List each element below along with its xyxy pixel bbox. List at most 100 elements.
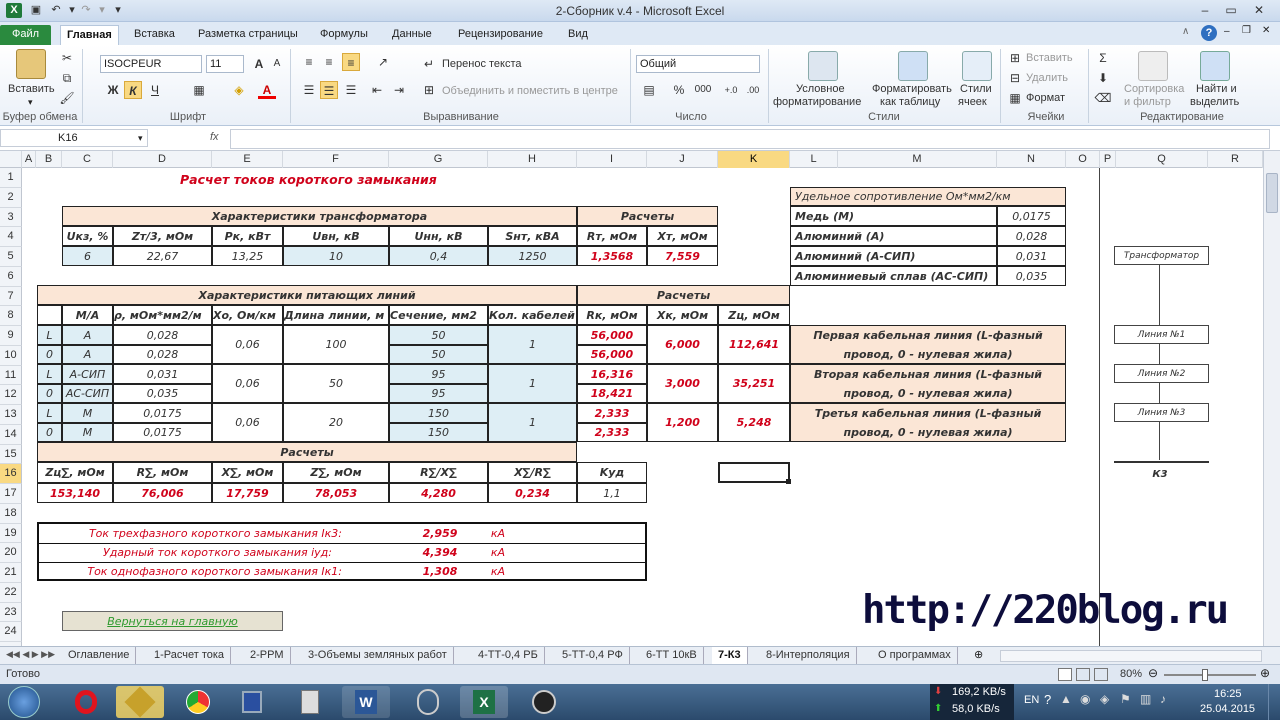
page-break-view-icon[interactable] bbox=[1094, 668, 1108, 681]
row-header[interactable]: 2 bbox=[0, 187, 22, 208]
close-icon[interactable]: ✕ bbox=[1250, 2, 1268, 18]
sum-value[interactable]: 153,140 bbox=[37, 483, 113, 503]
zoom-slider[interactable] bbox=[1164, 674, 1256, 676]
excel-logo-icon[interactable]: X bbox=[6, 3, 22, 18]
result-value[interactable]: 2,959 bbox=[400, 524, 480, 543]
row-header[interactable]: 10 bbox=[0, 345, 22, 366]
format-table-line2[interactable]: как таблицу bbox=[880, 96, 940, 108]
trans-value[interactable]: 13,25 bbox=[212, 246, 283, 266]
bold-button[interactable]: Ж bbox=[104, 81, 122, 99]
collapse-ribbon-icon[interactable]: ∧ bbox=[1182, 26, 1196, 40]
col-header-d[interactable]: D bbox=[113, 151, 212, 168]
clock-time[interactable]: 16:25 bbox=[1214, 688, 1242, 700]
resist-value[interactable]: 0,0175 bbox=[997, 206, 1066, 226]
sheet-tab[interactable]: 4-ТТ-0,4 РБ bbox=[472, 647, 545, 664]
clear-icon[interactable]: ⌫ bbox=[1094, 89, 1112, 107]
find-select-line2[interactable]: выделить bbox=[1190, 96, 1239, 108]
format-painter-icon[interactable]: 🖌 bbox=[58, 89, 76, 107]
cell-styles-line1[interactable]: Стили bbox=[960, 83, 992, 95]
selected-cell[interactable] bbox=[718, 462, 790, 483]
start-button[interactable] bbox=[8, 686, 40, 718]
wrap-text-icon[interactable]: ↵ bbox=[420, 55, 438, 73]
minimize-icon[interactable]: – bbox=[1196, 2, 1214, 18]
line-x0[interactable]: 0,06 bbox=[212, 364, 283, 403]
tab-formulas[interactable]: Формулы bbox=[314, 25, 374, 45]
line-length[interactable]: 50 bbox=[283, 364, 389, 403]
line-material[interactable]: М bbox=[62, 423, 113, 442]
insert-cells-button[interactable]: Вставить bbox=[1026, 52, 1073, 64]
line-cable-count[interactable]: 1 bbox=[488, 325, 577, 364]
wrap-text-button[interactable]: Перенос текста bbox=[442, 58, 522, 70]
format-table-line1[interactable]: Форматировать bbox=[872, 83, 952, 95]
formula-input[interactable] bbox=[230, 129, 1270, 149]
line-rk[interactable]: 2,333 bbox=[577, 403, 647, 423]
sheet-grid[interactable]: Расчет токов короткого замыкания Характе… bbox=[22, 168, 1267, 646]
sum-value[interactable]: 17,759 bbox=[212, 483, 283, 503]
zoom-out-icon[interactable]: ⊖ bbox=[1148, 666, 1158, 680]
vertical-scroll-thumb[interactable] bbox=[1266, 173, 1278, 213]
row-header[interactable]: 19 bbox=[0, 523, 22, 544]
sheet-tab[interactable]: 1-Расчет тока bbox=[148, 647, 232, 664]
sum-value[interactable]: 4,280 bbox=[389, 483, 488, 503]
vertical-scrollbar[interactable] bbox=[1263, 151, 1280, 646]
line-material[interactable]: А-СИП bbox=[62, 364, 113, 384]
delete-cells-button[interactable]: Удалить bbox=[1026, 72, 1068, 84]
customize-toolbar-icon[interactable]: ▾ bbox=[110, 3, 126, 18]
find-select-line1[interactable]: Найти и bbox=[1196, 83, 1237, 95]
line-section[interactable]: 95 bbox=[389, 364, 488, 384]
line-length[interactable]: 100 bbox=[283, 325, 389, 364]
redo-dropdown-icon[interactable]: ▾ bbox=[94, 3, 110, 18]
line-zc[interactable]: 5,248 bbox=[718, 403, 790, 442]
align-middle-icon[interactable]: ≡ bbox=[320, 53, 338, 71]
line-rho[interactable]: 0,0175 bbox=[113, 423, 212, 442]
save-icon[interactable]: ▣ bbox=[28, 3, 44, 18]
sheet-tab[interactable]: Оглавление bbox=[62, 647, 137, 664]
tray-app-icon[interactable]: ◉ bbox=[1080, 692, 1090, 706]
line-rho[interactable]: 0,035 bbox=[113, 384, 212, 403]
line-length[interactable]: 20 bbox=[283, 403, 389, 442]
trans-value[interactable]: 6 bbox=[62, 246, 113, 266]
row-header[interactable]: 9 bbox=[0, 326, 22, 346]
cell-styles-icon[interactable] bbox=[962, 51, 992, 81]
row-header[interactable]: 14 bbox=[0, 424, 22, 445]
currency-icon[interactable]: ▤ bbox=[640, 81, 658, 99]
col-header-f[interactable]: F bbox=[283, 151, 389, 168]
sum-value[interactable]: 1,1 bbox=[577, 483, 647, 503]
trans-value[interactable]: 10 bbox=[283, 246, 389, 266]
row-header[interactable]: 4 bbox=[0, 227, 22, 247]
resist-value[interactable]: 0,031 bbox=[997, 246, 1066, 266]
line-material[interactable]: А bbox=[62, 325, 113, 345]
sheet-tab-active[interactable]: 7-К3 bbox=[712, 647, 748, 664]
flag-icon[interactable]: ⚑ bbox=[1120, 692, 1131, 706]
orientation-icon[interactable]: ↗ bbox=[374, 53, 392, 71]
borders-icon[interactable]: ▦ bbox=[190, 81, 208, 99]
line-rk[interactable]: 2,333 bbox=[577, 423, 647, 442]
maximize-icon[interactable]: ▭ bbox=[1222, 2, 1240, 18]
word-icon[interactable]: W bbox=[342, 686, 390, 718]
row-header[interactable]: 12 bbox=[0, 385, 22, 405]
trans-value[interactable]: 22,67 bbox=[113, 246, 212, 266]
autosum-icon[interactable]: Σ bbox=[1094, 49, 1112, 67]
merge-center-icon[interactable]: ⊞ bbox=[420, 81, 438, 99]
line-xk[interactable]: 3,000 bbox=[647, 364, 718, 403]
row-header[interactable]: 23 bbox=[0, 602, 22, 623]
increase-decimal-icon[interactable]: +.0 bbox=[722, 81, 740, 99]
fill-icon[interactable]: ⬇ bbox=[1094, 69, 1112, 87]
col-header-h[interactable]: H bbox=[488, 151, 577, 168]
horizontal-scrollbar[interactable] bbox=[1000, 650, 1262, 662]
tab-file[interactable]: Файл bbox=[0, 25, 52, 45]
doc-minimize-icon[interactable]: – bbox=[1224, 26, 1230, 37]
col-header-e[interactable]: E bbox=[212, 151, 283, 168]
zoom-in-icon[interactable]: ⊕ bbox=[1260, 666, 1270, 680]
col-header-n[interactable]: N bbox=[997, 151, 1066, 168]
doc-restore-icon[interactable]: ❐ bbox=[1242, 25, 1251, 36]
tab-data[interactable]: Данные bbox=[386, 25, 438, 45]
opera-icon[interactable] bbox=[62, 686, 110, 718]
tab-insert[interactable]: Вставка bbox=[128, 25, 181, 45]
result-value[interactable]: 4,394 bbox=[400, 543, 480, 562]
align-left-icon[interactable]: ☰ bbox=[300, 81, 318, 99]
line-rho[interactable]: 0,031 bbox=[113, 364, 212, 384]
align-center-icon[interactable]: ☰ bbox=[320, 81, 338, 99]
sheet-tab[interactable]: 6-ТТ 10кВ bbox=[640, 647, 704, 664]
line-rk[interactable]: 56,000 bbox=[577, 325, 647, 345]
